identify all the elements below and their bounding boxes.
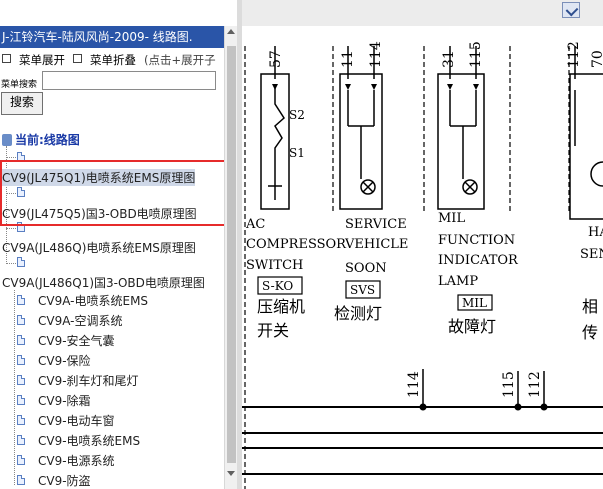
scroll-up-arrow-icon[interactable]	[227, 29, 235, 34]
component-en-label: SERVICE	[345, 217, 407, 232]
component-zh-label: 压缩机	[257, 297, 305, 316]
document-icon	[17, 435, 25, 445]
tree-scrollbar[interactable]	[224, 26, 237, 489]
tree-child[interactable]: CV9A-空调系统	[38, 312, 123, 329]
tree-child[interactable]: CV9-电源系统	[38, 452, 115, 469]
document-icon	[17, 315, 25, 325]
wire-number: 112	[566, 41, 582, 68]
component-zh-label: 传	[582, 323, 598, 342]
search-input[interactable]	[42, 71, 216, 90]
component-zh-label: 检测灯	[334, 304, 382, 323]
tree-child[interactable]: CV9-刹车灯和尾灯	[38, 372, 139, 389]
wire-number: 31	[441, 50, 457, 68]
tree-child[interactable]: CV9-电动车窗	[38, 412, 115, 429]
diagram-canvas: 57 11 114 31 115 112 70 S2 S1 AC COMPRES…	[242, 41, 603, 489]
component-zh-label: 开关	[257, 321, 289, 340]
highlight-box	[0, 160, 226, 226]
component-en-label: AC	[245, 217, 265, 232]
wire-number: 115	[501, 371, 517, 398]
switch-part-label: S1	[289, 146, 305, 160]
window-title: J-江铃汽车-陆风风尚-2009- 线路图.	[0, 26, 226, 48]
tree-connector	[6, 157, 16, 158]
edit-icon[interactable]	[562, 2, 580, 18]
tree-child[interactable]: CV9-除霜	[38, 392, 91, 409]
search-button[interactable]: 搜索	[1, 92, 43, 115]
tree-child[interactable]: CV9-电喷系统EMS	[38, 432, 140, 449]
bus-lines	[242, 406, 603, 475]
component-zh-label: 故障灯	[448, 317, 496, 336]
compressor-switch-symbol	[260, 73, 290, 210]
top-wires	[274, 46, 576, 79]
component-en-label: HA	[588, 225, 603, 240]
wire-number: 70	[590, 50, 603, 68]
document-icon	[17, 395, 25, 405]
document-icon	[17, 455, 25, 465]
tree-child[interactable]: CV9-保险	[38, 352, 91, 369]
component-en-label: SWITCH	[246, 258, 303, 273]
document-icon	[17, 415, 25, 425]
computer-icon	[2, 134, 12, 146]
tree-child[interactable]: CV9A-电喷系统EMS	[38, 292, 148, 309]
tree-connector	[6, 228, 16, 229]
document-icon	[17, 335, 25, 345]
document-icon	[17, 475, 25, 485]
component-code: SVS	[350, 283, 375, 297]
collapse-square-icon	[73, 54, 82, 63]
scroll-down-arrow-icon[interactable]	[227, 471, 235, 476]
wire-number: 57	[268, 50, 284, 68]
tree-node[interactable]: CV9A(JL486Q)电喷系统EMS原理图	[2, 239, 196, 256]
expand-square-icon	[2, 54, 11, 63]
menu-collapse-link[interactable]: 菜单折叠	[90, 53, 136, 67]
tree-child[interactable]: CV9-安全气囊	[38, 332, 115, 349]
scroll-thumb[interactable]	[227, 46, 236, 463]
component-en-label: SOON	[345, 261, 387, 276]
component-code: MIL	[462, 296, 487, 310]
document-icon	[17, 295, 25, 305]
hall-sensor-symbol	[569, 73, 603, 220]
component-en-label: MIL	[438, 211, 465, 226]
document-icon	[17, 375, 25, 385]
wire-number: 114	[406, 371, 422, 398]
document-icon	[17, 355, 25, 365]
menu-hint: (点击+展开子	[144, 53, 216, 67]
component-code: S-KO	[262, 279, 293, 293]
tree-connector	[6, 263, 16, 264]
tree-child[interactable]: CV9-防盗	[38, 472, 91, 489]
document-icon	[17, 257, 25, 267]
component-en-label: COMPRESSOR	[246, 237, 347, 252]
left-panel: J-江铃汽车-陆风风尚-2009- 线路图. 菜单展开 菜单折叠 (点击+展开子 菜…	[0, 0, 237, 489]
component-en-label: VEHICLE	[344, 237, 408, 252]
wire-number: 114	[368, 41, 384, 68]
tree-root-label: 当前:线路图	[15, 133, 80, 147]
bus-wires	[422, 369, 545, 406]
tree-node[interactable]: CV9A(JL486Q1)国3-OBD电喷原理图	[2, 274, 205, 291]
connector-marks	[272, 84, 479, 90]
tree-connector	[14, 290, 15, 485]
search-label: 菜单搜索	[1, 80, 38, 90]
menu-controls: 菜单展开 菜单折叠 (点击+展开子	[2, 52, 216, 68]
component-en-label: FUNCTION	[438, 233, 515, 248]
component-zh-label: 相	[582, 297, 598, 316]
tree-root[interactable]: 当前:线路图	[2, 131, 80, 148]
component-en-label: SEN	[580, 247, 603, 262]
menu-expand-link[interactable]: 菜单展开	[19, 53, 65, 67]
wiring-diagram: 57 11 114 31 115 112 70 S2 S1 AC COMPRES…	[242, 26, 603, 489]
svs-lamp-symbol	[339, 73, 383, 210]
mil-lamp-symbol	[437, 73, 485, 210]
component-en-label: INDICATOR	[438, 253, 519, 268]
switch-part-label: S2	[289, 108, 305, 122]
wire-number: 112	[527, 371, 543, 398]
component-en-label: LAMP	[438, 274, 478, 289]
